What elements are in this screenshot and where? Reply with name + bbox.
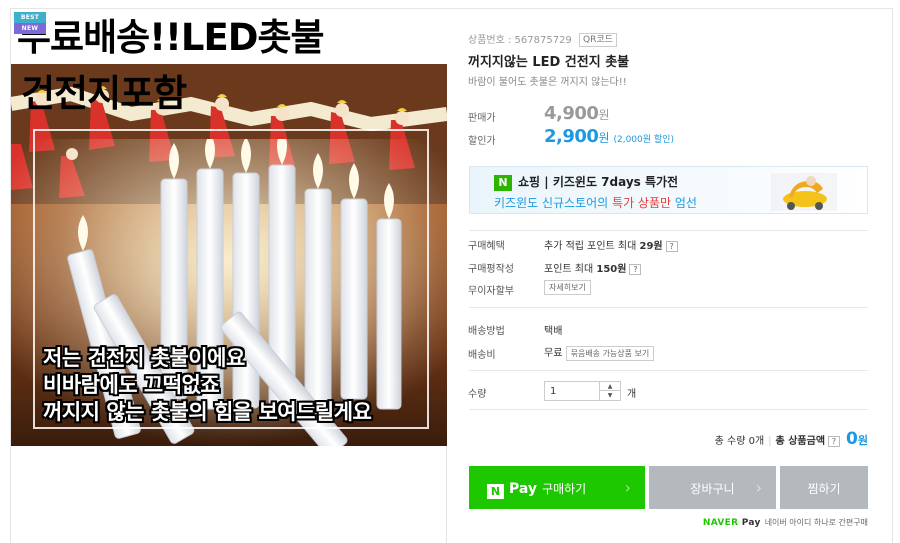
help-icon[interactable]: ? (665, 240, 678, 252)
banner-subtitle-a: 키즈윈도 신규스토어의 (494, 196, 613, 210)
image-caption-line: 저는 건전지 촛불이에요 (43, 346, 245, 370)
naver-pay-logo: NAVER Pay (703, 518, 761, 528)
wishlist-button-label: 찜하기 (807, 482, 841, 496)
product-info-panel: 상품번호 : 567875729 QR코드 꺼지지않는 LED 건전지 촛불 바… (447, 8, 893, 543)
chevron-right-icon: › (755, 478, 762, 497)
product-image-panel: 무료배송!!LED촛불 건전지포함 저는 건전지 촛불이에요 비바람에도 끄떡없… (10, 8, 447, 543)
section-divider (469, 409, 868, 410)
shipping-fee-value: 무료 묶음배송 가능상품 보기 (544, 344, 655, 361)
pay-word: Pay (509, 481, 538, 497)
review-point-label: 구매평작성 (468, 264, 514, 275)
section-divider (469, 307, 868, 308)
product-badges: BEST NEW (14, 12, 46, 34)
add-to-cart-button[interactable]: 장바구니 › (649, 466, 776, 509)
total-summary: 총 수량 0개 | 총 상품금액? 0원 (715, 429, 868, 449)
quantity-increase-button[interactable]: ▲ (600, 382, 620, 391)
sale-price-value: 2,900 (544, 126, 599, 147)
installment-value: 자세히보기 (544, 280, 591, 295)
product-subtitle: 바람이 불어도 촛불은 꺼지지 않는다!! (468, 77, 627, 88)
installment-detail-button[interactable]: 자세히보기 (544, 280, 591, 295)
shipping-method-value: 택배 (544, 326, 563, 337)
price-unit: 원 (598, 131, 610, 145)
review-point-value: 포인트 최대 150원? (544, 260, 642, 275)
banner-subtitle-highlight: 특가 상품만 (612, 196, 672, 210)
review-point-text: 포인트 최대 (544, 264, 597, 275)
best-badge: BEST (14, 12, 46, 23)
price-unit: 원 (598, 108, 610, 122)
shipping-method-label: 배송방법 (468, 326, 505, 337)
total-amount-value: 0 (846, 429, 858, 449)
quantity-unit: 개 (627, 389, 637, 400)
total-amount-unit: 원 (857, 434, 868, 447)
naver-pay-buy-button[interactable]: N Pay 구매하기 › (469, 466, 645, 509)
purchase-benefit-value: 추가 적립 포인트 최대 29원? (544, 237, 678, 252)
product-image[interactable]: 무료배송!!LED촛불 건전지포함 저는 건전지 촛불이에요 비바람에도 끄떡없… (11, 9, 447, 446)
original-price-label: 판매가 (468, 113, 496, 124)
qr-code-button[interactable]: QR코드 (578, 33, 617, 47)
wishlist-button[interactable]: 찜하기 (780, 466, 868, 509)
bundle-shipping-button[interactable]: 묶음배송 가능상품 보기 (565, 345, 655, 361)
separator: | (768, 436, 772, 447)
naver-pay-note: NAVER Pay 네이버 아이디 하나로 간편구매 (703, 517, 868, 528)
sale-price-label: 할인가 (468, 136, 496, 147)
purchase-benefit-label: 구매혜택 (468, 241, 505, 252)
installment-label: 무이자할부 (468, 286, 514, 297)
discount-note: (2,000원 할인) (613, 135, 674, 145)
image-headline: 무료배송!!LED촛불 (17, 16, 325, 59)
chevron-right-icon: › (624, 478, 631, 497)
shipping-fee-label: 배송비 (468, 350, 496, 361)
naver-word: NAVER (702, 518, 739, 528)
quantity-decrease-button[interactable]: ▼ (600, 391, 620, 400)
buy-button-label: N Pay 구매하기 (487, 480, 586, 499)
image-caption-line: 비바람에도 끄떡없죠 (43, 373, 220, 397)
banner-subtitle: 키즈윈도 신규스토어의 특가 상품만 엄선 (494, 194, 697, 211)
image-caption-line: 꺼지지 않는 촛불의 힘을 보여드릴게요 (43, 400, 372, 424)
quantity-label: 수량 (468, 389, 487, 400)
product-code-row: 상품번호 : 567875729 QR코드 (468, 31, 617, 47)
naver-pay-n-icon: N (487, 484, 504, 499)
shipping-fee-text: 무료 (544, 348, 563, 359)
purchase-benefit-text: 추가 적립 포인트 최대 (544, 241, 640, 252)
naver-pay-note-text: 네이버 아이디 하나로 간편구매 (764, 518, 868, 527)
quantity-input[interactable] (544, 381, 600, 401)
ride-on-toy-icon (771, 173, 837, 211)
naver-shopping-n-icon: N (494, 175, 512, 191)
sale-price: 2,900원 (2,000원 할인) (544, 126, 674, 147)
original-price-value: 4,900 (544, 103, 599, 124)
section-divider (469, 370, 868, 371)
purchase-benefit-amount: 29원 (639, 241, 663, 252)
banner-title: 쇼핑 | 키즈윈도 7days 특가전 (518, 175, 679, 189)
new-badge: NEW (14, 23, 46, 34)
total-amount-label: 총 상품금액 (775, 436, 826, 447)
image-caption: 저는 건전지 촛불이에요 비바람에도 끄떡없죠 꺼지지 않는 촛불의 힘을 보여… (43, 345, 372, 426)
quantity-stepper: ▲ ▼ (599, 381, 621, 401)
pay-word: Pay (741, 518, 761, 528)
product-title: 꺼지지않는 LED 건전지 촛불 (468, 55, 630, 70)
section-divider (469, 230, 868, 231)
buy-label: 구매하기 (542, 482, 587, 496)
review-point-amount: 150원 (596, 264, 627, 275)
original-price: 4,900원 (544, 103, 609, 124)
help-icon[interactable]: ? (629, 263, 642, 275)
help-icon[interactable]: ? (828, 435, 841, 447)
kidswindow-promo-banner[interactable]: N 쇼핑 | 키즈윈도 7days 특가전 키즈윈도 신규스토어의 특가 상품만… (469, 166, 868, 214)
product-code: 상품번호 : 567875729 (468, 35, 572, 46)
total-quantity: 총 수량 0개 (714, 436, 765, 447)
banner-subtitle-c: 엄선 (671, 196, 697, 210)
quantity-row: 수량 ▲ ▼ 개 (468, 381, 868, 403)
image-subheadline: 건전지포함 (21, 72, 187, 115)
